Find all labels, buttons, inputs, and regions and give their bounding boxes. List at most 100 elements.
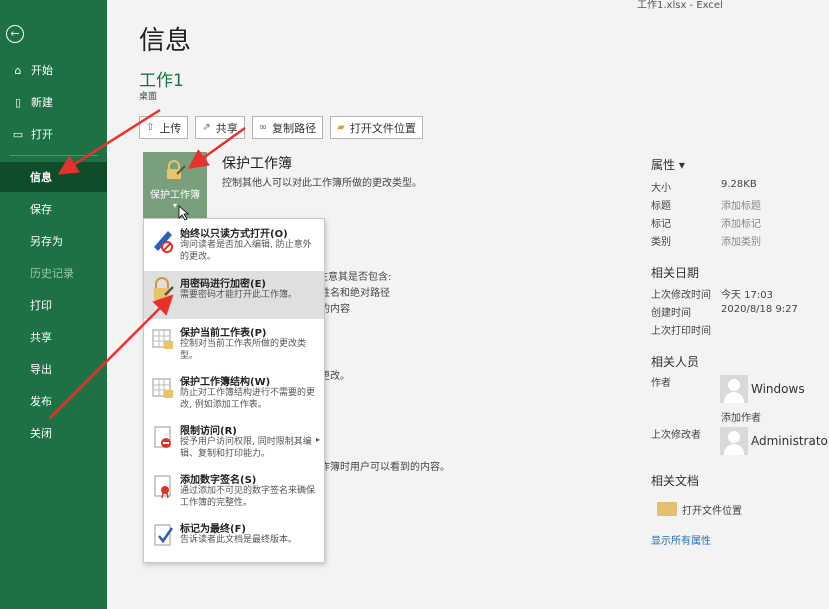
sidebar-item-publish[interactable]: 发布 [0, 386, 107, 416]
protect-sheet-icon [152, 329, 173, 349]
page-title: 信息 [139, 26, 192, 56]
protect-workbook-menu: 始终以只读方式打开(O) 询问读者是否加入编辑, 防止意外的更改。 用密码进行加… [143, 218, 325, 563]
folder-icon: ▰ [337, 122, 345, 133]
property-label: 标记 [651, 219, 671, 230]
menu-item-title: 始终以只读方式打开(O) [180, 229, 288, 240]
add-category-field[interactable]: 添加类别 [721, 233, 761, 248]
sidebar-item-label: 关闭 [30, 427, 52, 440]
back-arrow-icon[interactable]: ← [6, 25, 24, 43]
file-action-buttons: ⇧ 上传 ⇗ 共享 ∞ 复制路径 ▰ 打开文件位置 [139, 116, 423, 139]
sidebar-item-label: 开始 [31, 64, 53, 77]
inspect-text: 注意其是否包含: [318, 272, 392, 283]
menu-item-desc: 控制对当前工作表所做的更改类型。 [180, 339, 307, 361]
menu-item-desc: 需要密码才能打开此工作簿。 [180, 290, 298, 300]
properties-header[interactable]: 属性 ▾ [651, 156, 685, 173]
document-name: 工作1 [139, 71, 184, 91]
protect-workbook-tile-label: 保护工作簿 [150, 190, 200, 201]
sidebar-item-home[interactable]: ⌂ 开始 [0, 55, 107, 85]
show-all-properties-link[interactable]: 显示所有属性 [651, 532, 711, 547]
sidebar-item-label: 另存为 [30, 235, 63, 248]
sidebar-item-label: 保存 [30, 203, 52, 216]
link-icon: ∞ [258, 122, 268, 133]
protect-workbook-button[interactable]: 保护工作簿 ▾ [143, 152, 207, 224]
mark-final-icon [154, 524, 174, 546]
upload-icon: ⇧ [146, 122, 155, 133]
new-doc-icon: ▯ [14, 95, 22, 109]
share-button[interactable]: ⇗ 共享 [195, 116, 245, 139]
property-label: 类别 [651, 237, 671, 248]
avatar [720, 375, 748, 403]
related-dates-header: 相关日期 [651, 266, 700, 280]
sidebar-divider [10, 155, 98, 156]
menu-item-always-open-readonly[interactable]: 始终以只读方式打开(O) 询问读者是否加入编辑, 防止意外的更改。 [144, 221, 324, 269]
sidebar-item-label: 历史记录 [30, 267, 74, 280]
sidebar-item-label: 打印 [30, 299, 52, 312]
menu-item-mark-as-final[interactable]: 标记为最终(F) 告诉读者此文档是最终版本。 [144, 516, 324, 564]
copy-path-button-label: 复制路径 [272, 121, 317, 135]
menu-item-encrypt-with-password[interactable]: 用密码进行加密(E) 需要密码才能打开此工作簿。 [144, 271, 324, 319]
date-label: 上次修改时间 [651, 290, 711, 301]
protect-structure-icon [152, 378, 173, 398]
open-file-location-link[interactable]: 打开文件位置 [682, 502, 742, 517]
menu-item-title: 保护工作簿结构(W) [180, 377, 271, 388]
readonly-pencil-icon [154, 231, 173, 253]
related-people-header: 相关人员 [651, 355, 700, 369]
sidebar-item-new[interactable]: ▯ 新建 [0, 87, 107, 117]
sidebar-item-save-as[interactable]: 另存为 [0, 226, 107, 256]
sidebar-item-label: 新建 [31, 96, 53, 109]
menu-item-desc: 防止对工作簿结构进行不需要的更改, 例如添加工作表。 [180, 388, 316, 410]
sidebar-item-history[interactable]: 历史记录 [0, 258, 107, 288]
author-name: Windows [751, 382, 805, 396]
sidebar-item-close[interactable]: 关闭 [0, 418, 107, 448]
date-value: 2020/8/18 9:27 [721, 304, 798, 315]
submenu-arrow-icon: ▸ [315, 435, 320, 444]
menu-item-restrict-access[interactable]: 限制访问(R) 授予用户访问权限, 同时限制其编辑、复制和打印能力。 ▸ [144, 418, 324, 466]
menu-item-desc: 告诉读者此文档是最终版本。 [180, 535, 298, 545]
open-file-location-button-label: 打开文件位置 [349, 121, 416, 135]
sidebar-item-label: 共享 [30, 331, 52, 344]
menu-item-desc: 授予用户访问权限, 同时限制其编辑、复制和打印能力。 [180, 437, 312, 459]
document-location: 桌面 [139, 92, 158, 102]
menu-item-title: 保护当前工作表(P) [180, 328, 267, 339]
related-documents-header: 相关文档 [651, 474, 700, 488]
sidebar-item-info[interactable]: 信息 [0, 162, 107, 192]
menu-item-desc: 询问读者是否加入编辑, 防止意外的更改。 [180, 240, 312, 262]
share-icon: ⇗ [202, 122, 211, 133]
window-title: 工作1.xlsx - Excel [637, 0, 723, 11]
last-modified-by-name: Administrator [751, 434, 829, 448]
menu-item-protect-workbook-structure[interactable]: 保护工作簿结构(W) 防止对工作簿结构进行不需要的更改, 例如添加工作表。 [144, 369, 324, 417]
sidebar-item-label: 打开 [31, 128, 53, 141]
backstage-sidebar: ← ⌂ 开始 ▯ 新建 ▭ 打开 信息 保存 另存为 历史记录 打印 共享 导出… [0, 0, 107, 609]
copy-path-button[interactable]: ∞ 复制路径 [251, 116, 324, 139]
menu-item-protect-current-sheet[interactable]: 保护当前工作表(P) 控制对当前工作表所做的更改类型。 [144, 320, 324, 368]
sidebar-item-print[interactable]: 打印 [0, 290, 107, 320]
restrict-access-icon [154, 426, 171, 448]
folder-open-icon: ▭ [12, 127, 24, 141]
protect-workbook-title: 保护工作簿 [222, 156, 292, 172]
upload-button[interactable]: ⇧ 上传 [139, 116, 189, 139]
property-label: 大小 [651, 183, 671, 194]
menu-item-desc: 通过添加不可见的数字签名来确保工作簿的完整性。 [180, 486, 316, 508]
add-title-field[interactable]: 添加标题 [721, 197, 761, 212]
author-label: 作者 [651, 378, 671, 389]
folder-icon [657, 502, 677, 516]
sidebar-item-save[interactable]: 保存 [0, 194, 107, 224]
sidebar-item-share[interactable]: 共享 [0, 322, 107, 352]
share-button-label: 共享 [215, 121, 238, 135]
upload-button-label: 上传 [159, 121, 182, 135]
date-label: 上次打印时间 [651, 326, 711, 337]
add-tag-field[interactable]: 添加标记 [721, 215, 761, 230]
sidebar-item-export[interactable]: 导出 [0, 354, 107, 384]
protect-workbook-desc: 控制其他人可以对此工作簿所做的更改类型。 [222, 178, 422, 189]
avatar [720, 427, 748, 455]
menu-item-add-digital-signature[interactable]: 添加数字签名(S) 通过添加不可见的数字签名来确保工作簿的完整性。 [144, 467, 324, 515]
sidebar-item-open[interactable]: ▭ 打开 [0, 119, 107, 149]
sidebar-item-label: 导出 [30, 363, 52, 376]
add-author-link[interactable]: 添加作者 [721, 409, 761, 424]
home-icon: ⌂ [14, 63, 22, 77]
menu-item-title: 用密码进行加密(E) [180, 279, 266, 290]
sidebar-item-label: 发布 [30, 395, 52, 408]
last-modified-by-label: 上次修改者 [651, 430, 701, 441]
menu-item-title: 限制访问(R) [180, 426, 237, 437]
open-file-location-button[interactable]: ▰ 打开文件位置 [330, 116, 423, 139]
